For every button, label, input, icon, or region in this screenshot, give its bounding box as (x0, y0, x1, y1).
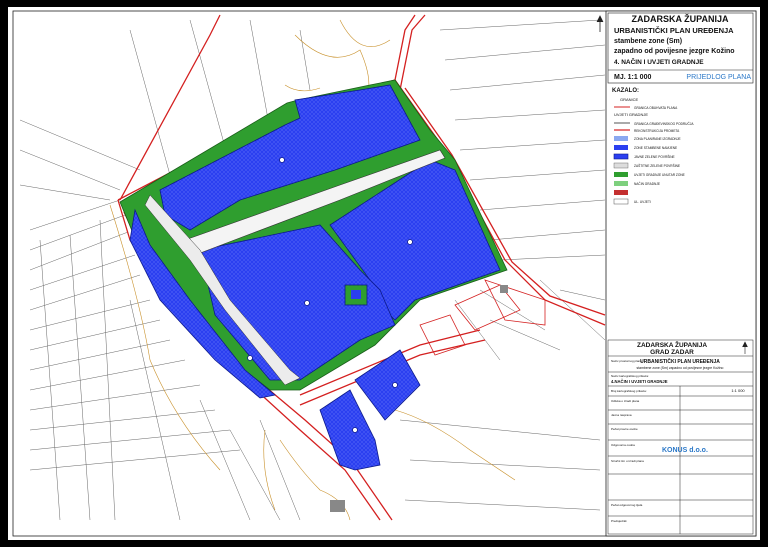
title-map-number: 4. NAČIN I UVJETI GRADNJE (614, 57, 704, 66)
legend-item-8: NAČIN GRADNJE (634, 181, 660, 186)
stamp-row-0: Broj kartografskog prikaza: (611, 389, 647, 393)
stamp-row-1: Odluka o izradi plana (611, 399, 640, 403)
title-line3: zapadno od povijesne jezgre Kožino (614, 48, 735, 55)
stamp-row-5: Stručni tim u izradi plana (611, 459, 644, 463)
stamp-map-label: Naziv kartografskog prikaza: (611, 374, 649, 378)
legend-item-2: REKONSTRUKCIJA PROMETA (634, 129, 680, 133)
title-plan-type: URBANISTIČKI PLAN UREĐENJA (614, 26, 734, 35)
stamp-row-7: Predsjednik (611, 519, 627, 523)
stamp-row-2: Javna rasprava (611, 413, 632, 417)
plan-sheet: ZADARSKA ŽUPANIJA URBANISTIČKI PLAN UREĐ… (0, 0, 768, 547)
building-footprint-2 (330, 500, 345, 512)
building-footprint (500, 285, 508, 293)
title-scale: MJ. 1:1 000 (614, 74, 651, 81)
stamp-map-name: 4.NAČIN I UVJETI GRADNJE (611, 379, 668, 384)
stamp-company: KONUS d.o.o. (662, 447, 708, 454)
stamp-scale: 1:1 000 (731, 388, 745, 393)
legend-item-9: UL. UVJETI (634, 200, 651, 204)
legend-item-4: ZONE STAMBENE NAMJENE (634, 146, 677, 150)
stamp-city: GRAD ZADAR (650, 349, 694, 356)
legend-item-5: JAVNE ZELENE POVRŠINE (634, 154, 675, 159)
legend-section1: GRANICE (620, 97, 639, 102)
stamp-plan-label: Naziv prostornog plana: (611, 359, 643, 363)
legend-item-1: GRANICA GRAĐEVINSKOG PODRUČJA (634, 121, 694, 126)
title-county: ZADARSKA ŽUPANIJA (631, 13, 729, 24)
stamp-plan-name: URBANISTIČKI PLAN UREĐENJA (640, 358, 720, 365)
stamp-row-6: Pečat odgovornog tijela (611, 503, 643, 507)
legend-item-6: ZAŠTITNE ZELENE POVRŠINE (634, 163, 680, 168)
legend-item-0: GRANICA OBUHVATA PLANA (634, 106, 678, 110)
title-stage: PRIJEDLOG PLANA (686, 74, 751, 81)
stamp-row-4: Odgovorna osoba (611, 443, 635, 447)
legend-item-7: UVJETI GRADNJE UNUTAR ZONE (634, 173, 685, 177)
legend-heading: KAZALO: (612, 88, 639, 94)
green-block-inner (351, 290, 361, 299)
stamp-plan-sub: stambene zone (Sm) zapadno od povijesne … (637, 366, 724, 370)
stamp-county: ZADARSKA ŽUPANIJA (637, 340, 707, 349)
stamp-row-3: Pečat pravne osobe (611, 427, 638, 431)
title-line2: stambene zone (Sm) (614, 38, 682, 45)
legend-section2: UVJETI GRADNJE (614, 112, 648, 117)
legend-item-3: ZONA PLANIRANE IZGRADNJE (634, 137, 681, 141)
